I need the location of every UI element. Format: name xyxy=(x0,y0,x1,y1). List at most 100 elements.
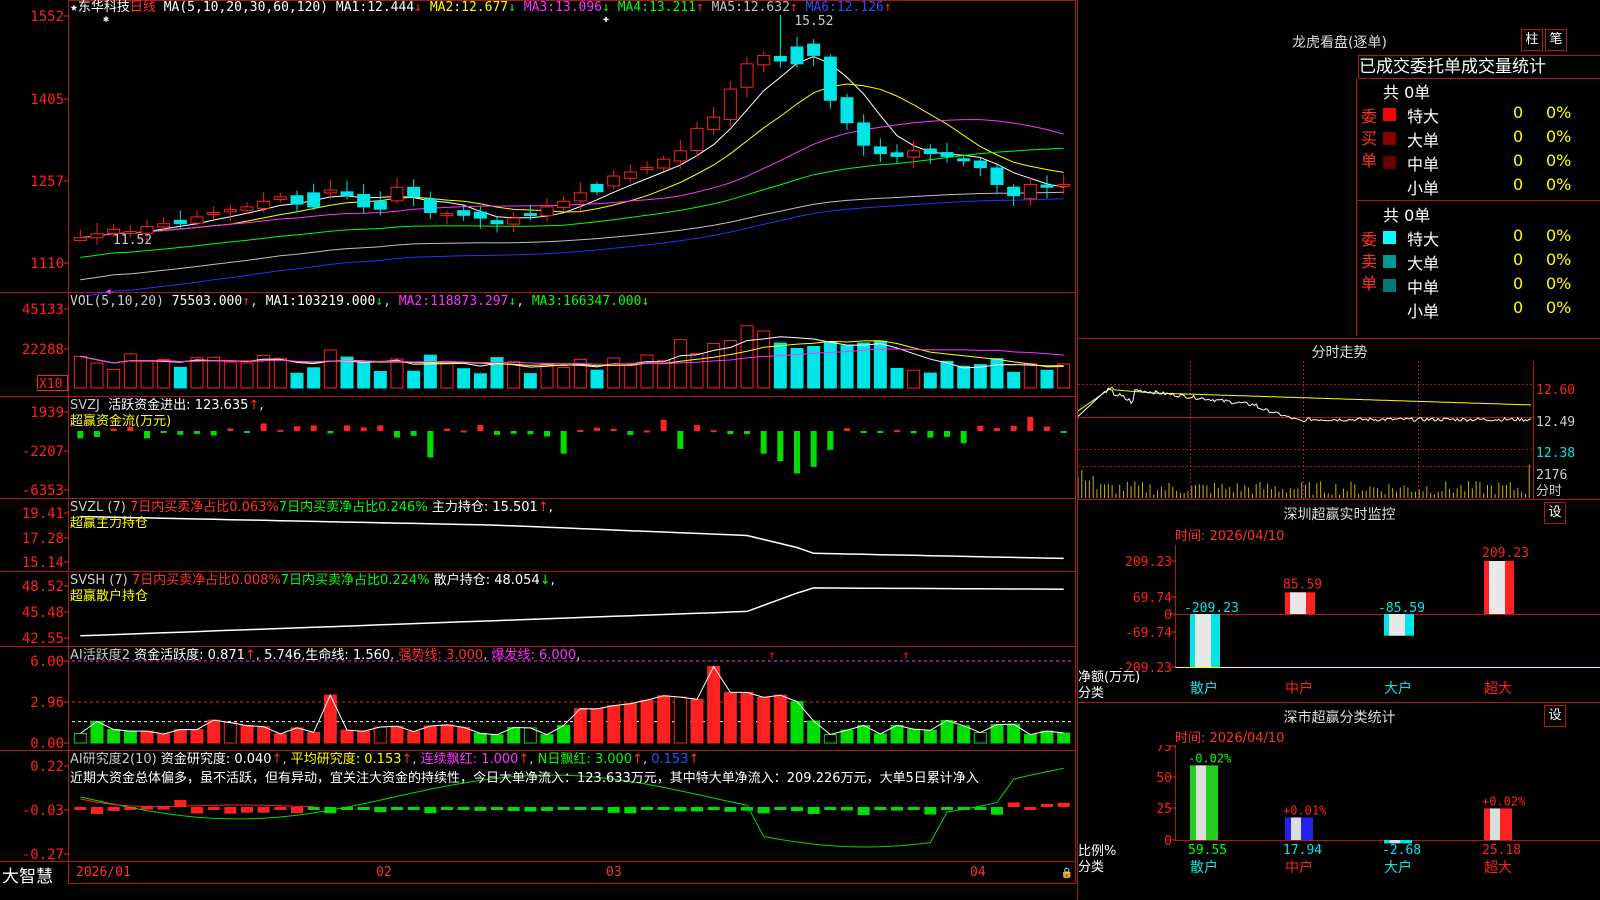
y-tick-label: 45133 xyxy=(22,302,64,318)
volume-bar xyxy=(523,373,537,389)
sz-class-settings-button[interactable]: 设 xyxy=(1544,705,1566,727)
candle-body xyxy=(90,233,104,239)
sz-monitor-settings-button[interactable]: 设 xyxy=(1544,502,1566,524)
fund-flow-bar xyxy=(577,430,584,433)
order-pct: 0% xyxy=(1546,298,1572,317)
order-total: 共 0单 xyxy=(1383,206,1431,225)
activity-bar xyxy=(907,728,921,744)
fund-flow-bar xyxy=(594,427,600,431)
fund-flow-bar xyxy=(560,431,567,454)
candle-body xyxy=(640,167,654,171)
y-tick-label: 6.00 xyxy=(30,654,64,670)
sz-monitor-chart[interactable]: 209.2369.740-69.74-209.23-209.23散户85.59中… xyxy=(1078,545,1600,700)
pen-mode-button[interactable]: 笔 xyxy=(1545,29,1567,51)
intraday-y-tick: 12.38 xyxy=(1536,446,1575,461)
ma-line-6 xyxy=(80,198,1064,298)
order-row: 中单 0 0% xyxy=(1383,151,1600,174)
candle-body xyxy=(240,206,254,211)
fund-flow-bar xyxy=(310,425,317,431)
order-type: 特大 xyxy=(1407,107,1440,126)
candle-body xyxy=(973,160,987,169)
sz-monitor-section: 深圳超赢实时监控 设 时间: 2026/04/10 209.23 69.74 0 -6… xyxy=(1078,500,1600,703)
fund-flow-bar xyxy=(94,431,100,437)
sz-class-section: 深市超赢分类统计 设 时间: 2026/04/10 75 50 25 0 59.55 -0… xyxy=(1078,703,1600,900)
research-bar xyxy=(841,807,853,811)
bar-1 xyxy=(1190,765,1218,840)
research-bar xyxy=(757,807,770,814)
y-tick-label: 2.96 xyxy=(30,695,64,711)
order-pct: 0% xyxy=(1546,274,1572,293)
low-price-label: 11.52 xyxy=(113,233,152,248)
net-bar-shine xyxy=(1389,614,1405,636)
fund-flow-bar xyxy=(810,431,817,467)
research-bar xyxy=(157,806,170,810)
candle-body xyxy=(857,122,871,146)
activity-bar xyxy=(973,732,987,744)
high-price-label: 15.52 xyxy=(794,14,833,29)
order-type: 小单 xyxy=(1407,302,1440,321)
research-bar xyxy=(791,807,803,812)
candle-body xyxy=(340,191,354,197)
volume-panel[interactable]: X10 xyxy=(37,325,1071,392)
chart-y-tick: 75 xyxy=(1156,745,1172,755)
buy-block: 委 买 单共 0单 特大 0 0% 大单 0 0% 中单 0 0% 小单 0 0… xyxy=(1357,78,1600,201)
volume-bar xyxy=(873,340,887,389)
lock-icon: 🔒 xyxy=(1061,867,1073,879)
activity-bar xyxy=(657,695,671,744)
research-bar xyxy=(1057,802,1070,807)
research-bar xyxy=(457,807,470,810)
order-pct: 0% xyxy=(1546,250,1572,269)
research-bar xyxy=(407,807,420,810)
volume-bar xyxy=(973,364,987,389)
research-bar xyxy=(357,807,370,811)
intraday-chart[interactable]: 12.60 12.49 12.38 2176分时 xyxy=(1078,361,1600,499)
research-bar xyxy=(924,807,937,815)
research-bar xyxy=(707,807,720,811)
fund-flow-bar xyxy=(160,431,167,433)
volume-bar xyxy=(940,360,954,389)
net-bar-shine xyxy=(1195,614,1211,667)
sz-class-chart[interactable]: 75 50 25 0 59.55 -0.02% 散户 17.94 +0.01% 中户 -2.68大户… xyxy=(1078,745,1600,900)
order-row: 大单 0 0% xyxy=(1383,250,1600,273)
star-icon[interactable]: ★ xyxy=(70,0,78,15)
intraday-vol-unit: 分时 xyxy=(1536,484,1562,499)
fund-flow-bar xyxy=(1010,425,1017,431)
period-label[interactable]: 日线 xyxy=(130,0,156,15)
fund-flow-bar xyxy=(644,430,650,433)
order-type: 中单 xyxy=(1407,155,1440,174)
x-label-2: 02 xyxy=(376,865,392,880)
activity-bar xyxy=(173,729,187,744)
main-chart-area[interactable]: 15.52 11.52 X10 1552 1405 1257 1110 45133 2228… xyxy=(0,0,1076,900)
bar-4 xyxy=(1484,808,1512,840)
ai-activity-panel[interactable] xyxy=(72,660,1072,744)
intraday-section: 分时走势 12.60 12.49 12.38 2176 分时 xyxy=(1078,339,1600,500)
order-color-swatch xyxy=(1383,156,1396,169)
category-label: 散户 xyxy=(1190,859,1218,876)
research-red-line xyxy=(80,798,314,807)
candle-body xyxy=(190,216,204,224)
fund-flow-bar xyxy=(1044,426,1050,431)
candle-body xyxy=(540,206,554,217)
bar-mode-button[interactable]: 柱 xyxy=(1521,29,1543,51)
order-pct: 0% xyxy=(1546,127,1572,146)
candle-body xyxy=(473,211,487,219)
vol-unit-label: X10 xyxy=(39,377,62,392)
activity-bar xyxy=(73,733,87,744)
candle-body xyxy=(740,63,754,88)
fund-flow-bar xyxy=(194,431,200,434)
activity-bar xyxy=(407,731,421,744)
stock-name[interactable]: 东华科技 xyxy=(78,0,130,15)
kline-panel[interactable]: 15.52 11.52 xyxy=(73,14,1071,298)
volume-bar xyxy=(440,361,454,389)
fund-flow-bar xyxy=(960,431,967,444)
research-bar xyxy=(724,807,737,812)
fund-flow-bar xyxy=(460,430,467,433)
signal-arrow-icon: ↑ xyxy=(768,648,775,662)
candle-body xyxy=(1023,183,1037,200)
research-bar xyxy=(541,807,553,811)
activity-bar xyxy=(690,698,704,744)
chart-y-tick: 0 xyxy=(1164,834,1172,849)
bar-1 xyxy=(1190,614,1220,667)
y-tick-label: 48.52 xyxy=(22,579,64,595)
right-panel: 龙虎看盘(逐单) 柱 笔 已成交委托单成交量统计 委 买 单共 0单 特大 0 … xyxy=(1077,0,1600,900)
